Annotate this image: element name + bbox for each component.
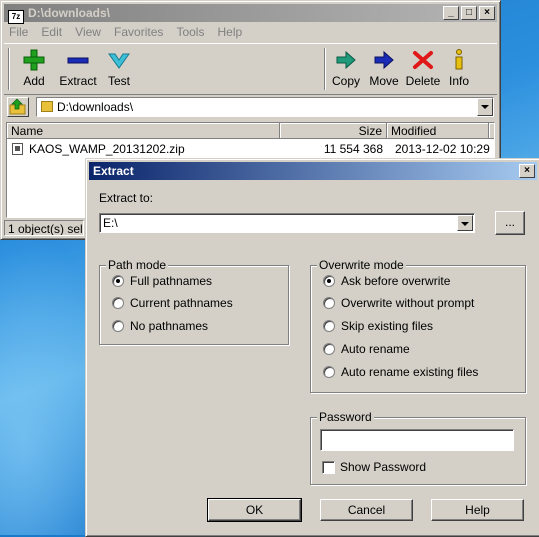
minus-icon [67,57,89,64]
plus-icon [23,49,45,71]
close-button[interactable]: × [479,6,495,20]
radio-indicator [112,320,124,332]
main-window-title: D:\downloads\ [28,6,110,20]
test-button[interactable]: Test [97,48,141,88]
info-icon [455,49,463,70]
menu-file[interactable]: File [4,23,33,42]
dialog-titlebar[interactable]: Extract × [89,162,537,180]
password-title: Password [317,410,374,424]
ok-button[interactable]: OK [207,498,302,522]
menu-tools[interactable]: Tools [171,23,209,42]
menu-view[interactable]: View [70,23,106,42]
path-value: D:\downloads\ [57,100,134,114]
maximize-button[interactable]: □ [461,6,477,20]
radio-indicator [323,297,335,309]
extract-label: Extract [59,74,97,88]
column-size[interactable]: Size [280,123,387,139]
radio-indicator [323,366,335,378]
radio-label: Full pathnames [130,274,213,288]
file-modified: 2013-12-02 10:29 [395,142,490,156]
radio-indicator [323,320,335,332]
radio-label: Ask before overwrite [341,274,451,288]
path-mode-title: Path mode [106,258,169,272]
menu-favorites[interactable]: Favorites [109,23,168,42]
radio-label: Overwrite without prompt [341,296,475,310]
extract-to-label: Extract to: [99,191,154,205]
move-arrow-icon [374,50,394,70]
delete-x-icon [413,51,433,69]
radio-label: No pathnames [130,319,209,333]
file-name: KAOS_WAMP_20131202.zip [29,142,185,156]
extract-to-combobox[interactable]: E:\ [99,213,475,233]
test-label: Test [107,74,130,88]
menu-bar: File Edit View Favorites Tools Help [4,23,497,42]
cancel-button[interactable]: Cancel [320,499,413,521]
radio-indicator [112,297,124,309]
check-icon [108,53,130,69]
status-selection: 1 object(s) selec [4,220,84,236]
delete-label: Delete [405,74,441,88]
radio-label: Auto rename [341,342,410,356]
up-arrow-icon [9,98,26,115]
folder-icon [41,101,53,112]
overwrite-mode-group: Overwrite mode Ask before overwrite Over… [310,258,526,393]
menu-edit[interactable]: Edit [36,23,67,42]
toolbar: Add Extract Test Copy Move Delete Info [4,43,497,95]
radio-indicator [323,275,335,287]
column-modified[interactable]: Modified [387,123,489,139]
main-titlebar[interactable]: 7z D:\downloads\ _ □ × [4,4,497,24]
file-list-header: Name Size Modified [7,123,494,139]
path-dropdown-button[interactable] [477,98,493,116]
zip-file-icon [12,143,23,155]
info-label: Info [448,74,469,88]
radio-indicator [112,275,124,287]
move-button[interactable]: Move [362,48,406,88]
show-password-label: Show Password [340,460,427,474]
add-label: Add [23,74,45,88]
file-row[interactable]: KAOS_WAMP_20131202.zip 11 554 368 166 20… [7,141,494,172]
copy-arrow-icon [336,50,356,70]
dialog-close-button[interactable]: × [519,164,535,178]
radio-indicator [323,343,335,355]
column-name[interactable]: Name [7,123,280,139]
browse-button[interactable]: ... [495,211,525,235]
minimize-button[interactable]: _ [443,6,459,20]
radio-label: Skip existing files [341,319,434,333]
info-button[interactable]: Info [437,48,481,88]
password-group: Password Show Password [310,410,526,485]
up-folder-button[interactable] [7,97,29,117]
radio-label: Auto rename existing files [341,365,479,379]
overwrite-mode-title: Overwrite mode [317,258,406,272]
column-extra[interactable] [489,123,494,139]
help-button[interactable]: Help [431,499,524,521]
extract-button[interactable]: Extract [56,48,100,88]
password-input[interactable] [320,429,514,451]
path-mode-group: Path mode Full pathnames Current pathnam… [99,258,289,345]
add-button[interactable]: Add [12,48,56,88]
app-icon: 7z [8,10,24,24]
address-row: D:\downloads\ [4,95,497,119]
show-password-checkbox[interactable] [322,461,335,474]
extract-to-value: E:\ [103,216,118,230]
radio-label: Current pathnames [130,296,233,310]
move-label: Move [369,74,399,88]
extract-to-dropdown-button[interactable] [457,215,473,231]
extract-dialog: Extract × Extract to: E:\ ... Path mode … [85,158,539,537]
path-combobox[interactable]: D:\downloads\ [36,97,494,117]
copy-label: Copy [331,74,360,88]
dialog-title: Extract [93,164,134,178]
toolbar-separator [8,48,10,90]
menu-help[interactable]: Help [213,23,248,42]
